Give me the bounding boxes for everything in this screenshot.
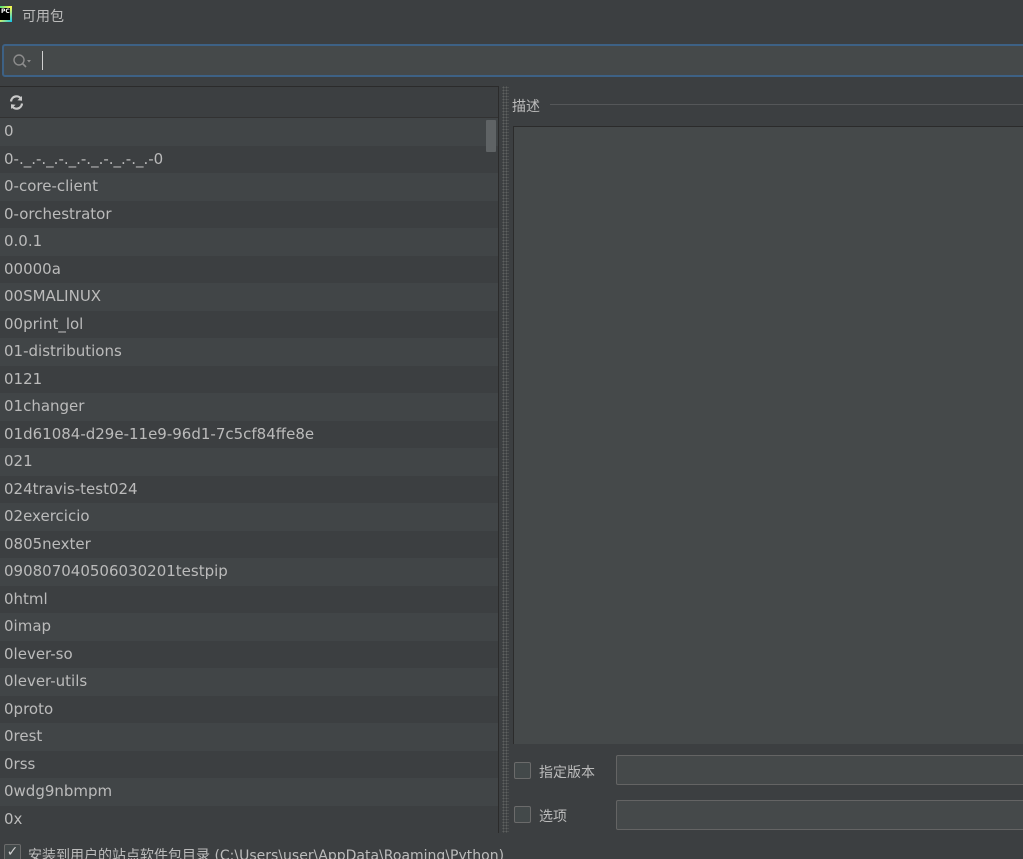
package-list-item[interactable]: 0lever-utils <box>0 668 498 696</box>
available-packages-window: PC 可用包 0 0-._.-._.-._.-._.-._.-._.-0 0-cor… <box>0 0 1023 859</box>
package-details-panel: 描述 指定版本 选项 <box>511 86 1023 859</box>
package-list-item[interactable]: 021 <box>0 448 498 476</box>
package-list-item[interactable]: 01d61084-d29e-11e9-96d1-7c5cf84ffe8e <box>0 420 498 448</box>
package-list-item[interactable]: 0lever-so <box>0 640 498 668</box>
package-list-item[interactable]: 0wdg9nbmpm <box>0 778 498 806</box>
footer: ✓ 安装到用户的站点软件包目录 (C:\Users\user\AppData\R… <box>0 833 1023 859</box>
options-row: 选项 <box>511 798 1023 832</box>
refresh-icon[interactable] <box>8 94 25 111</box>
scrollbar-thumb[interactable] <box>486 120 496 152</box>
package-list-item[interactable]: 0rest <box>0 723 498 751</box>
package-list-item[interactable]: 024travis-test024 <box>0 475 498 503</box>
package-list-item[interactable]: 00SMALINUX <box>0 283 498 311</box>
package-list-item[interactable]: 090807040506030201testpip <box>0 558 498 586</box>
package-list-item[interactable]: 00000a <box>0 255 498 283</box>
package-list[interactable]: 0 0-._.-._.-._.-._.-._.-._.-0 0-core-clien… <box>0 118 498 834</box>
specify-version-checkbox[interactable] <box>514 762 531 779</box>
install-user-checkbox[interactable]: ✓ <box>4 844 21 859</box>
search-input[interactable] <box>46 48 1006 73</box>
window-title: 可用包 <box>22 9 64 25</box>
specify-version-field[interactable] <box>616 755 1023 785</box>
specify-version-label: 指定版本 <box>539 765 595 781</box>
description-divider <box>550 104 1023 105</box>
package-list-item[interactable]: 0.0.1 <box>0 228 498 256</box>
options-field[interactable] <box>616 800 1023 830</box>
package-list-item[interactable]: 00print_lol <box>0 310 498 338</box>
splitter-grip <box>502 86 509 833</box>
package-list-item[interactable]: 02exercicio <box>0 503 498 531</box>
pycharm-icon: PC <box>0 6 12 22</box>
description-label: 描述 <box>512 99 540 115</box>
package-list-item[interactable]: 0-._.-._.-._.-._.-._.-._.-0 <box>0 145 498 173</box>
package-list-item[interactable]: 01changer <box>0 393 498 421</box>
search-icon[interactable] <box>12 53 32 69</box>
text-cursor <box>42 51 43 70</box>
package-list-item[interactable]: 0 <box>0 118 498 146</box>
package-list-item[interactable]: 0rss <box>0 750 498 778</box>
package-list-item[interactable]: 0imap <box>0 613 498 641</box>
install-user-label: 安装到用户的站点软件包目录 (C:\Users\user\AppData\Roa… <box>28 848 505 859</box>
package-list-item[interactable]: 0-orchestrator <box>0 200 498 228</box>
search-box[interactable] <box>2 44 1023 77</box>
package-list-item[interactable]: 0-core-client <box>0 173 498 201</box>
package-list-item[interactable]: 0x <box>0 805 498 833</box>
panel-splitter[interactable] <box>498 86 511 833</box>
options-checkbox[interactable] <box>514 806 531 823</box>
description-area <box>513 126 1023 744</box>
package-list-item[interactable]: 01-distributions <box>0 338 498 366</box>
title-bar: PC 可用包 <box>0 0 1023 32</box>
package-list-item[interactable]: 0121 <box>0 365 498 393</box>
package-list-toolbar <box>0 87 498 118</box>
package-list-item[interactable]: 0805nexter <box>0 530 498 558</box>
package-list-item[interactable]: 0proto <box>0 695 498 723</box>
specify-version-row: 指定版本 <box>511 755 1023 789</box>
package-list-panel: 0 0-._.-._.-._.-._.-._.-._.-0 0-core-clien… <box>0 86 498 833</box>
options-label: 选项 <box>539 809 567 825</box>
package-list-item[interactable]: 0html <box>0 585 498 613</box>
